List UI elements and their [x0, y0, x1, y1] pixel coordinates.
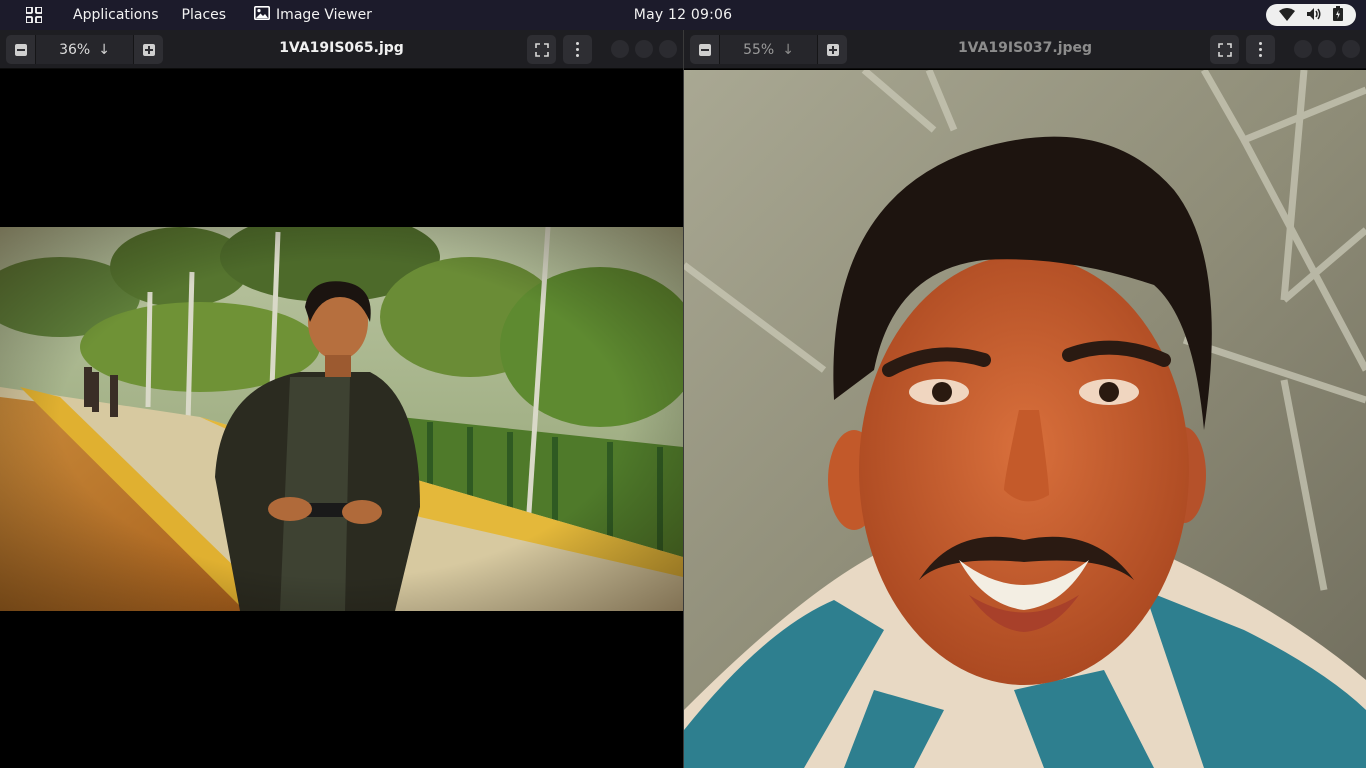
close-button[interactable]	[1342, 40, 1360, 58]
zoom-out-icon	[14, 43, 27, 56]
maximize-button[interactable]	[1318, 40, 1336, 58]
fullscreen-button[interactable]	[527, 35, 556, 64]
zoom-in-icon	[826, 43, 839, 56]
zoom-in-button[interactable]	[134, 35, 163, 64]
zoom-out-button[interactable]	[6, 35, 35, 64]
zoom-level-dropdown[interactable]: 36% ↓	[35, 35, 134, 64]
zoom-in-button[interactable]	[818, 35, 847, 64]
minimize-button[interactable]	[611, 40, 629, 58]
zoom-in-icon	[142, 43, 155, 56]
activities-grid-icon[interactable]	[20, 0, 48, 30]
system-status-area[interactable]	[1266, 4, 1356, 26]
volume-icon	[1306, 6, 1322, 25]
fullscreen-button[interactable]	[1210, 35, 1239, 64]
vertical-dots-icon	[576, 42, 579, 57]
minimize-button[interactable]	[1294, 40, 1312, 58]
zoom-level-dropdown[interactable]: 55% ↓	[719, 35, 818, 64]
clock[interactable]: May 12 09:06	[634, 7, 732, 23]
displayed-photo	[0, 227, 683, 611]
image-viewer-icon	[254, 6, 271, 24]
wifi-icon	[1279, 6, 1296, 25]
close-button[interactable]	[659, 40, 677, 58]
app-menu[interactable]: Image Viewer	[254, 6, 372, 24]
zoom-level-value: 55%	[743, 41, 775, 58]
arrow-down-icon: ↓	[782, 41, 794, 58]
header-bar: 36% ↓ 1VA19IS065.jpg	[0, 30, 683, 69]
arrow-down-icon: ↓	[98, 41, 110, 58]
image-viewer-window-left[interactable]: 36% ↓ 1VA19IS065.jpg	[0, 30, 683, 768]
zoom-out-icon	[698, 43, 711, 56]
displayed-photo	[684, 70, 1366, 768]
zoom-out-button[interactable]	[690, 35, 719, 64]
maximize-button[interactable]	[635, 40, 653, 58]
image-viewer-window-right[interactable]: 55% ↓ 1VA19IS037.jpeg	[684, 30, 1366, 768]
header-bar: 55% ↓ 1VA19IS037.jpeg	[684, 30, 1366, 69]
fullscreen-icon	[534, 42, 549, 57]
applications-menu[interactable]: Applications	[73, 7, 159, 23]
vertical-dots-icon	[1259, 42, 1262, 57]
zoom-control: 55% ↓	[690, 35, 847, 64]
zoom-control: 36% ↓	[6, 35, 163, 64]
main-menu-button[interactable]	[563, 35, 592, 64]
battery-icon	[1332, 5, 1343, 25]
top-bar: Applications Places Image Viewer May 12 …	[0, 0, 1366, 30]
fullscreen-icon	[1217, 42, 1232, 57]
zoom-level-value: 36%	[59, 41, 91, 58]
app-menu-label: Image Viewer	[276, 7, 372, 23]
main-menu-button[interactable]	[1246, 35, 1275, 64]
places-menu[interactable]: Places	[182, 7, 227, 23]
